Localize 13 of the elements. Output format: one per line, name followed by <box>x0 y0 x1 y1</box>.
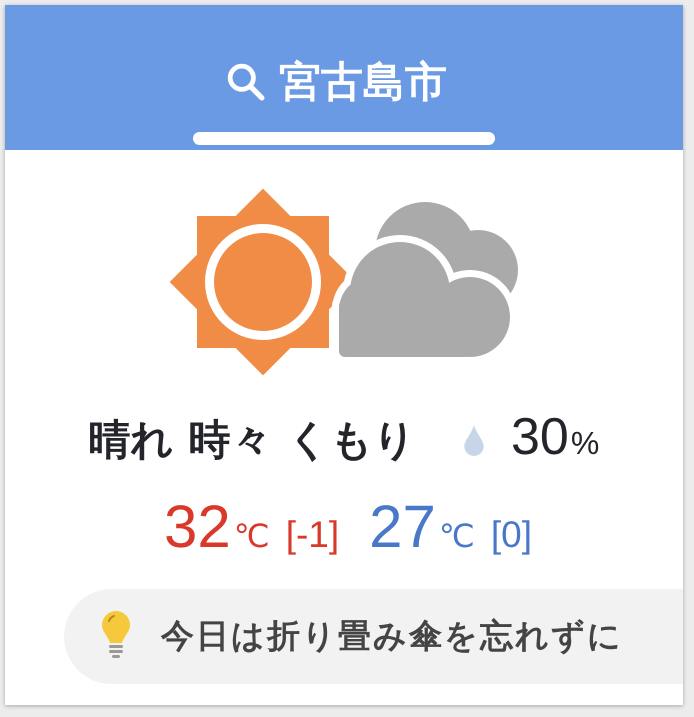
weather-condition: 晴れ 時々 くもり <box>88 415 416 465</box>
precipitation-chance: 30% <box>510 409 600 468</box>
lightbulb-icon <box>101 610 131 658</box>
temperature-reading: 27℃ <box>369 498 475 562</box>
temperature-difference: [0] <box>490 514 532 556</box>
sun-and-clouds-icon <box>169 187 519 377</box>
temperature-difference: [-1] <box>286 514 340 556</box>
tip-text: 今日は折り畳み傘を忘れずに <box>161 615 623 657</box>
raindrop-icon <box>464 424 484 456</box>
location-title[interactable]: 宮古島市 <box>279 58 447 106</box>
search-icon <box>227 63 265 101</box>
drag-handle[interactable] <box>193 132 495 145</box>
temperature-reading: 32℃ <box>164 498 270 562</box>
